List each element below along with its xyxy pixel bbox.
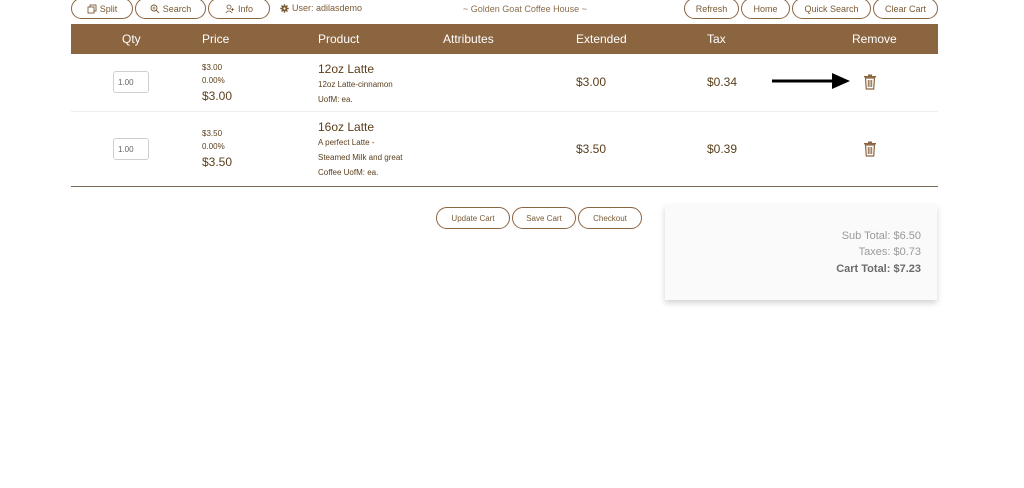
- refresh-button[interactable]: Refresh: [684, 0, 739, 19]
- gear-icon: [280, 3, 289, 13]
- column-product: Product: [318, 32, 360, 46]
- zoom-icon: [150, 4, 160, 13]
- description-line: 12oz Latte-cinnamon: [318, 80, 393, 89]
- copy-icon: [87, 4, 97, 13]
- sub-total: Sub Total: $6.50: [841, 230, 921, 242]
- current-user: User: adilasdemo: [280, 3, 362, 13]
- product-description: 12oz Latte-cinnamon UofM: ea.: [318, 77, 438, 107]
- user-label: User: adilasdemo: [292, 3, 363, 13]
- quantity-input[interactable]: [113, 138, 149, 160]
- description-line: A perfect Latte -: [318, 138, 375, 147]
- cart-table-header: Qty Price Product Attributes Extended Ta…: [71, 24, 938, 54]
- unit-price: $3.00: [202, 63, 223, 72]
- discount-percent: 0.00%: [202, 76, 225, 85]
- tax-amount: $0.39: [707, 142, 738, 156]
- unit-price: $3.50: [202, 129, 223, 138]
- totals-card: Sub Total: $6.50 Taxes: $0.73 Cart Total…: [665, 205, 937, 300]
- top-toolbar: Split Search Info User: adilasdemo ~ Gol…: [0, 0, 1024, 22]
- column-qty: Qty: [122, 32, 141, 46]
- discount-percent: 0.00%: [202, 142, 225, 151]
- store-name: ~ Golden Goat Coffee House ~: [463, 4, 587, 14]
- home-button[interactable]: Home: [741, 0, 790, 19]
- extended-amount: $3.50: [576, 142, 607, 156]
- checkout-button[interactable]: Checkout: [578, 207, 642, 229]
- search-button[interactable]: Search: [135, 0, 206, 19]
- save-cart-button[interactable]: Save Cart: [512, 207, 576, 229]
- trash-icon[interactable]: [863, 141, 877, 157]
- add-user-icon: [225, 4, 234, 13]
- taxes-total: Taxes: $0.73: [858, 246, 921, 258]
- split-label: Split: [99, 3, 118, 14]
- column-extended: Extended: [576, 32, 627, 46]
- info-button[interactable]: Info: [208, 0, 270, 19]
- product-name: 16oz Latte: [318, 120, 375, 134]
- line-price: $3.00: [202, 89, 233, 103]
- description-line: UofM: ea.: [318, 95, 353, 104]
- column-price: Price: [202, 32, 230, 46]
- description-line: Steamed Milk and great: [318, 153, 403, 162]
- extended-amount: $3.00: [576, 75, 607, 89]
- table-row: $3.50 0.00% $3.50 16oz Latte A perfect L…: [71, 112, 938, 187]
- arrow-icon: [772, 73, 850, 89]
- quantity-input[interactable]: [113, 71, 149, 93]
- split-button[interactable]: Split: [71, 0, 133, 19]
- clear-cart-button[interactable]: Clear Cart: [873, 0, 938, 19]
- info-label: Info: [237, 3, 253, 14]
- line-price: $3.50: [202, 155, 233, 169]
- column-remove: Remove: [852, 32, 897, 46]
- cart-total: Cart Total: $7.23: [836, 263, 921, 275]
- product-description: A perfect Latte - Steamed Milk and great…: [318, 135, 438, 180]
- column-attributes: Attributes: [443, 32, 494, 46]
- description-line: Coffee UofM: ea.: [318, 168, 379, 177]
- product-name: 12oz Latte: [318, 62, 375, 76]
- quick-search-button[interactable]: Quick Search: [792, 0, 871, 19]
- tax-amount: $0.34: [707, 75, 738, 89]
- trash-icon[interactable]: [863, 74, 877, 90]
- column-tax: Tax: [707, 32, 726, 46]
- update-cart-button[interactable]: Update Cart: [436, 207, 510, 229]
- search-label: Search: [162, 3, 192, 14]
